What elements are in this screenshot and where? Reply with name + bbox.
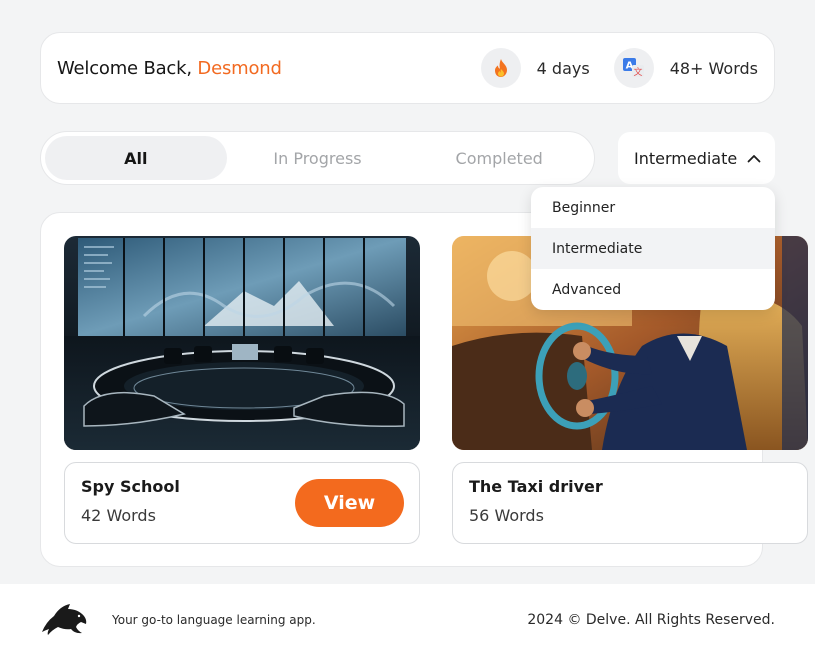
welcome-header: Welcome Back, Desmond 4 days A 文 48+ Wor… — [40, 32, 775, 104]
welcome-message: Welcome Back, Desmond — [57, 58, 282, 79]
level-option-advanced[interactable]: Advanced — [531, 269, 775, 310]
chevron-up-icon — [747, 154, 761, 163]
level-select-value: Intermediate — [634, 148, 738, 168]
filter-tabs: All In Progress Completed — [40, 131, 595, 185]
fire-icon — [480, 48, 521, 88]
user-name: Desmond — [197, 57, 282, 79]
tab-completed[interactable]: Completed — [408, 136, 590, 180]
vocab-stat: A 文 48+ Words — [613, 48, 758, 88]
svg-text:文: 文 — [633, 66, 642, 78]
level-dropdown-menu: Beginner Intermediate Advanced — [531, 187, 775, 310]
welcome-prefix: Welcome Back, — [57, 57, 192, 79]
tab-in-progress[interactable]: In Progress — [227, 136, 409, 180]
story-card-taxi-driver[interactable]: The Taxi driver 56 Words — [452, 462, 808, 544]
streak-stat: 4 days — [480, 48, 590, 88]
story-word-count: 56 Words — [469, 506, 544, 525]
level-option-intermediate[interactable]: Intermediate — [531, 228, 775, 269]
footer: Your go-to language learning app. 2024 ©… — [0, 584, 815, 656]
tab-all[interactable]: All — [45, 136, 227, 180]
story-card-spy-school[interactable]: Spy School 42 Words View — [64, 462, 420, 544]
footer-tagline: Your go-to language learning app. — [112, 613, 316, 627]
level-option-beginner[interactable]: Beginner — [531, 187, 775, 228]
footer-copyright: 2024 © Delve. All Rights Reserved. — [527, 612, 775, 628]
streak-label: 4 days — [536, 58, 590, 78]
spy-control-room-image[interactable] — [64, 236, 420, 450]
level-select[interactable]: Intermediate — [618, 132, 775, 184]
stats-group: 4 days A 文 48+ Words — [480, 48, 758, 88]
translate-icon: A 文 — [613, 48, 654, 88]
vocab-label: 48+ Words — [669, 58, 758, 78]
story-title: The Taxi driver — [469, 477, 603, 496]
view-button[interactable]: View — [295, 479, 404, 527]
dolphin-logo-icon[interactable] — [40, 600, 88, 640]
